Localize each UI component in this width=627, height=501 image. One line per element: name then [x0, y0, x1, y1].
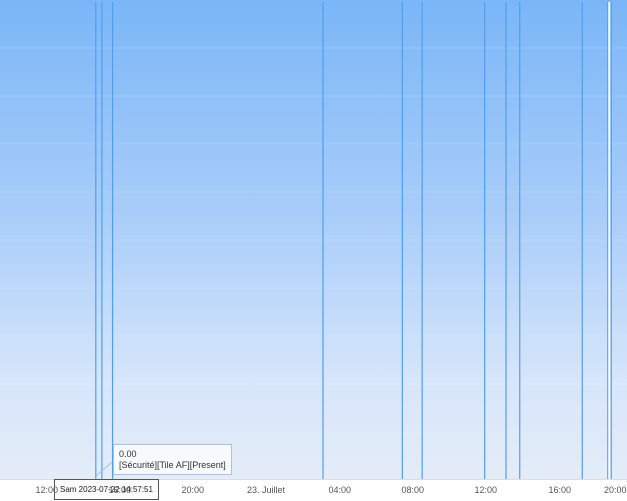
x-tick-label: 08:00 — [401, 485, 425, 495]
chart-svg — [0, 2, 627, 479]
x-tick-label: 16:00 — [108, 485, 132, 495]
crosshair-time-label: Sam 2023-07-22 14:57:51 — [54, 479, 159, 500]
x-tick-label: 16:00 — [548, 485, 572, 495]
x-tick-label: 04:00 — [328, 485, 352, 495]
x-tick-label: 23. Juillet — [247, 485, 286, 495]
tooltip-series: [Sécurité][Tile AF][Present] — [119, 460, 226, 470]
x-tick-label: 20:00 — [181, 485, 205, 495]
x-tick-label: 20:00 — [604, 485, 627, 495]
tooltip-value: 0.00 — [119, 449, 137, 459]
chart-tooltip: 0.00 [Sécurité][Tile AF][Present] — [113, 444, 232, 475]
x-tick-label: 12:00 — [474, 485, 498, 495]
x-tick-label: 12:00 — [35, 485, 59, 495]
tooltip-connector — [95, 461, 113, 477]
